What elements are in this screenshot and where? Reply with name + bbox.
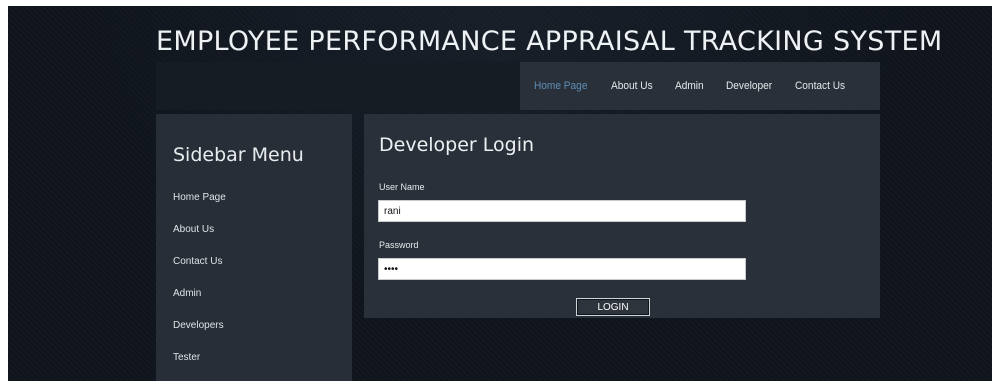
password-field[interactable] [378, 258, 746, 280]
nav-admin[interactable]: Admin [675, 80, 704, 92]
top-navigation: Home Page About Us Admin Developer Conta… [520, 62, 880, 110]
password-label: Password [379, 240, 419, 250]
username-label: User Name [379, 182, 425, 192]
page-frame: EMPLOYEE PERFORMANCE APPRAISAL TRACKING … [8, 6, 992, 381]
nav-home-page[interactable]: Home Page [534, 80, 587, 92]
site-title: EMPLOYEE PERFORMANCE APPRAISAL TRACKING … [156, 26, 943, 57]
header-band [156, 62, 520, 110]
sidebar: Sidebar Menu Home Page About Us Contact … [156, 114, 352, 381]
nav-contact-us[interactable]: Contact Us [795, 80, 845, 92]
login-title: Developer Login [379, 134, 535, 156]
nav-about-us[interactable]: About Us [611, 80, 653, 92]
username-field[interactable] [378, 200, 746, 222]
sidebar-item-contact-us[interactable]: Contact Us [173, 256, 222, 267]
sidebar-item-tester[interactable]: Tester [173, 352, 200, 363]
login-panel: Developer Login User Name Password LOGIN [364, 114, 880, 318]
sidebar-item-home-page[interactable]: Home Page [173, 192, 226, 203]
login-button[interactable]: LOGIN [576, 298, 650, 316]
sidebar-item-about-us[interactable]: About Us [173, 224, 214, 235]
sidebar-item-admin[interactable]: Admin [173, 288, 201, 299]
sidebar-title: Sidebar Menu [173, 144, 304, 166]
sidebar-item-developers[interactable]: Developers [173, 320, 224, 331]
nav-developer[interactable]: Developer [726, 80, 772, 92]
